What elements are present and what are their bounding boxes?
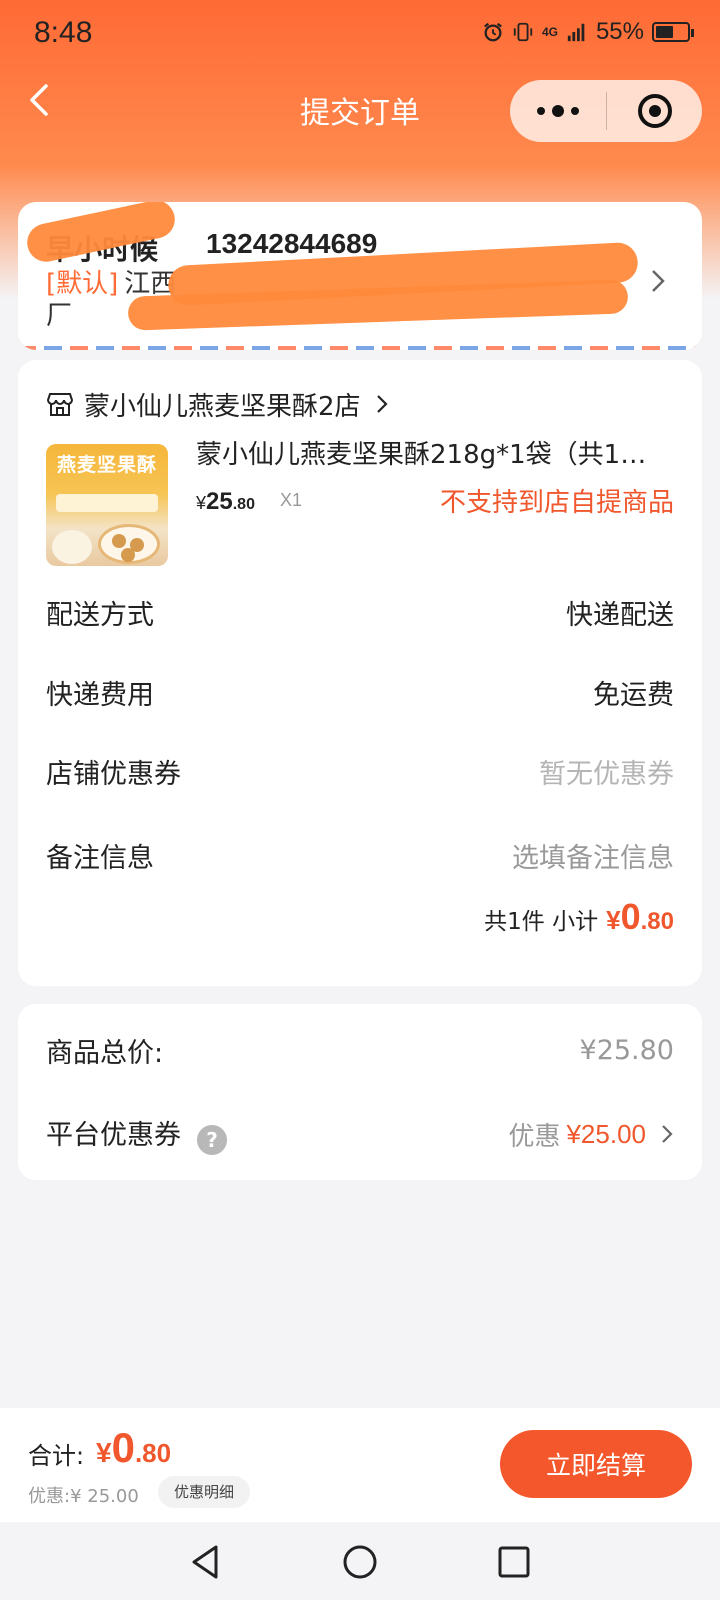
discount-amount: ¥25.00	[566, 1118, 646, 1149]
remark-label: 备注信息	[46, 842, 154, 874]
nav-bar: 提交订单	[0, 70, 720, 146]
default-tag: [默认]	[46, 269, 119, 299]
subtotal-label: 共1件 小计	[484, 909, 599, 935]
status-time: 8:48	[34, 16, 93, 49]
status-icons: 4G 55%	[482, 18, 694, 46]
product-image-band	[56, 494, 158, 512]
more-dot-icon	[552, 105, 564, 117]
airmail-border	[18, 346, 702, 350]
back-triangle-icon[interactable]	[186, 1542, 226, 1582]
discount-detail-button[interactable]: 优惠明细	[158, 1476, 251, 1508]
status-bar: 8:48 4G 55%	[0, 0, 720, 70]
product-image-sack	[52, 530, 92, 564]
target-icon	[637, 94, 672, 128]
subtotal-price: ¥0.80	[606, 896, 674, 937]
recipient-phone: 13242844689	[206, 228, 378, 259]
shipping-fee-label: 快递费用	[46, 679, 154, 711]
alarm-icon	[484, 22, 502, 42]
platform-coupon-label-wrap: 平台优惠券?	[46, 1113, 227, 1155]
system-nav-bar	[0, 1522, 720, 1600]
goods-total-label: 商品总价:	[46, 1037, 164, 1069]
product-title[interactable]: 蒙小仙儿燕麦坚果酥218g*1袋（共15…	[196, 434, 656, 471]
network-type: 4G	[541, 25, 558, 39]
delivery-method-value: 快递配送	[566, 599, 674, 631]
product-price: ¥25.80	[196, 488, 255, 515]
shipping-fee-value: 免运费	[593, 679, 674, 711]
remark-input[interactable]: 选填备注信息	[512, 836, 674, 875]
remark-row: 备注信息 选填备注信息	[46, 835, 674, 875]
help-icon[interactable]: ?	[197, 1124, 227, 1155]
platform-coupon-label: 平台优惠券	[46, 1120, 181, 1152]
goods-total-row: 商品总价: ¥25.80	[46, 1030, 674, 1070]
chevron-right-icon	[662, 1125, 673, 1143]
more-button[interactable]	[510, 80, 606, 142]
total-price: ¥0.80	[96, 1424, 172, 1471]
home-circle-icon[interactable]	[340, 1542, 380, 1582]
store-coupon-row[interactable]: 店铺优惠券 暂无优惠券	[46, 751, 674, 791]
mini-program-capsule	[510, 80, 702, 142]
totals-card: 商品总价: ¥25.80 平台优惠券? 优惠 ¥25.00	[18, 1004, 702, 1180]
shipping-fee-row: 快递费用 免运费	[46, 672, 674, 712]
battery-icon	[652, 22, 694, 42]
vibrate-icon	[513, 22, 533, 42]
shop-header[interactable]: 蒙小仙儿燕麦坚果酥2店	[46, 384, 389, 424]
address-line-end: 厂	[46, 301, 73, 331]
goods-total-value: ¥25.80	[579, 1034, 674, 1066]
total-label: 合计:	[28, 1442, 85, 1470]
chevron-right-icon	[376, 395, 388, 413]
product-image[interactable]: 燕麦坚果酥	[46, 444, 168, 566]
store-coupon-label: 店铺优惠券	[46, 758, 181, 790]
battery-percent: 55%	[595, 18, 644, 45]
address-card[interactable]: 早小时候 13242844689 [默认]江西 厂	[18, 202, 702, 350]
store-icon	[46, 393, 74, 416]
subtotal: 共1件 小计 ¥0.80	[484, 896, 674, 938]
product-image-title: 燕麦坚果酥	[56, 454, 157, 476]
discount-prefix: 优惠	[508, 1121, 561, 1152]
total-discount: 优惠:¥ 25.00	[28, 1486, 139, 1507]
checkout-bar: 合计: ¥0.80 优惠:¥ 25.00 优惠明细 立即结算	[0, 1408, 720, 1522]
delivery-method-row[interactable]: 配送方式 快递配送	[46, 592, 674, 632]
close-mini-program-button[interactable]	[607, 80, 702, 142]
order-card: 蒙小仙儿燕麦坚果酥2店 燕麦坚果酥 蒙小仙儿燕麦坚果酥218g*1袋（共15… …	[18, 360, 702, 986]
delivery-method-label: 配送方式	[46, 599, 154, 631]
shop-name: 蒙小仙儿燕麦坚果酥2店	[84, 391, 361, 422]
product-image-cookie	[121, 548, 135, 562]
platform-coupon-value: 优惠 ¥25.00	[508, 1116, 674, 1153]
recents-square-icon[interactable]	[494, 1542, 534, 1582]
more-dot-icon	[571, 107, 579, 115]
signal-icon	[567, 23, 585, 42]
platform-coupon-row[interactable]: 平台优惠券? 优惠 ¥25.00	[46, 1113, 674, 1155]
more-dot-icon	[537, 107, 545, 115]
product-image-cookie	[112, 534, 126, 548]
store-coupon-value: 暂无优惠券	[539, 758, 674, 790]
battery-level	[656, 26, 673, 38]
product-quantity: X1	[280, 490, 303, 510]
checkout-button[interactable]: 立即结算	[500, 1430, 692, 1498]
pickup-notice: 不支持到店自提商品	[439, 488, 674, 518]
chevron-right-icon	[652, 270, 665, 292]
